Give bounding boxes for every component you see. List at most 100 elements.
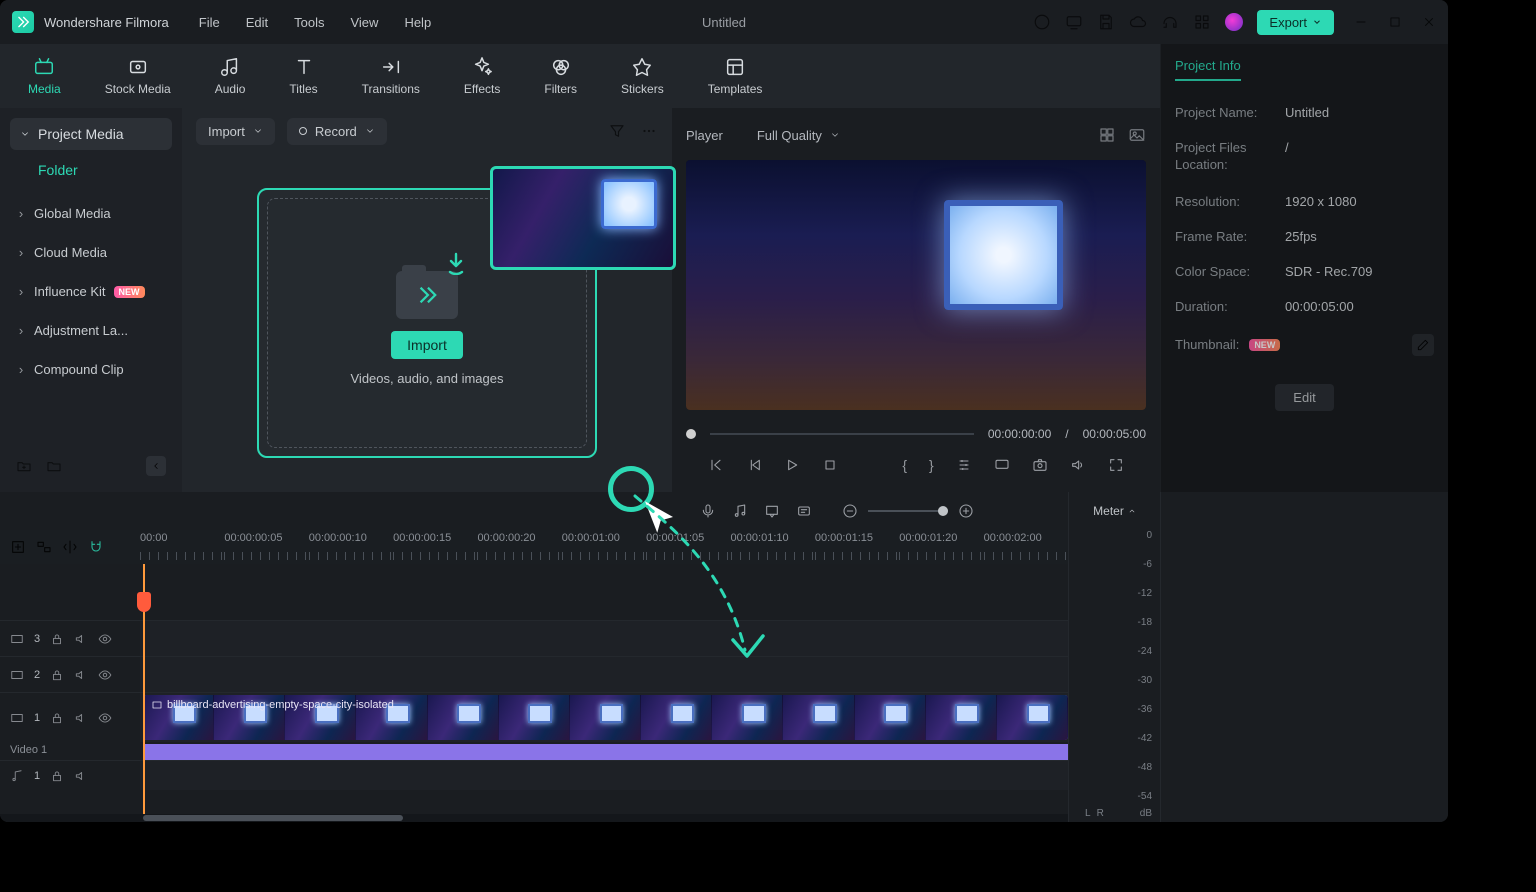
timeline-ruler[interactable]: 00:00 00:00:00:05 00:00:00:10 00:00:00:1… <box>140 530 1068 564</box>
folder-icon[interactable] <box>46 458 62 474</box>
lock-icon <box>50 632 64 646</box>
tab-stock-media[interactable]: Stock Media <box>83 56 193 96</box>
tab-templates[interactable]: Templates <box>686 56 785 96</box>
audio-meter: 0-6-12-18-24-30-36-42-48-54 LR dB <box>1069 530 1160 822</box>
new-badge: NEW <box>1249 339 1280 351</box>
quality-dropdown[interactable]: Full Quality <box>757 128 840 143</box>
display-icon[interactable] <box>994 457 1010 473</box>
mic-icon[interactable] <box>700 503 716 519</box>
menu-tools[interactable]: Tools <box>294 15 324 30</box>
collapse-sidebar-button[interactable] <box>146 456 166 476</box>
marker-icon[interactable] <box>764 503 780 519</box>
new-folder-icon[interactable] <box>16 458 32 474</box>
fullscreen-icon[interactable] <box>1108 457 1124 473</box>
record-dropdown[interactable]: Record <box>287 118 387 145</box>
step-back-icon[interactable] <box>746 457 762 473</box>
monitor-icon[interactable] <box>1065 13 1083 31</box>
project-media-header[interactable]: Project Media <box>10 118 172 150</box>
tab-effects[interactable]: Effects <box>442 56 522 96</box>
track-head-video-2[interactable]: 2 <box>0 657 140 692</box>
apps-icon[interactable] <box>1193 13 1211 31</box>
import-dropdown[interactable]: Import <box>196 118 275 145</box>
timeline-scrollbar[interactable] <box>0 814 1068 822</box>
info-row-files-location: Project Files Location:/ <box>1175 130 1434 184</box>
zoom-out-icon[interactable] <box>842 503 858 519</box>
zoom-in-icon[interactable] <box>958 503 974 519</box>
edit-thumbnail-icon[interactable] <box>1412 334 1434 356</box>
mark-in-icon[interactable]: { <box>902 457 907 473</box>
tab-stickers[interactable]: Stickers <box>599 56 686 96</box>
import-button[interactable]: Import <box>391 331 463 359</box>
preview-viewport[interactable] <box>686 160 1146 410</box>
project-info-tab[interactable]: Project Info <box>1175 58 1241 81</box>
scrub-bar[interactable]: 00:00:00:00 / 00:00:05:00 <box>686 420 1146 448</box>
project-title-center: Untitled <box>702 15 746 30</box>
tree-global-media[interactable]: ›Global Media <box>10 194 172 233</box>
timeline-clip-video-1[interactable]: billboard-advertising-empty-space-city-i… <box>143 695 1068 740</box>
image-icon[interactable] <box>1128 126 1146 144</box>
export-button[interactable]: Export <box>1257 10 1334 35</box>
clip-label: billboard-advertising-empty-space-city-i… <box>151 699 394 711</box>
zoom-slider[interactable] <box>868 510 948 512</box>
track-label-video-1: Video 1 <box>10 744 47 756</box>
prev-frame-icon[interactable] <box>708 457 724 473</box>
filter-icon[interactable] <box>608 122 626 140</box>
cloud-icon[interactable] <box>1129 13 1147 31</box>
track-head-video-3[interactable]: 3 <box>0 621 140 656</box>
save-icon[interactable] <box>1097 13 1115 31</box>
thumbnail-label: Thumbnail: <box>1175 337 1239 352</box>
track-head-video-1[interactable]: 1 Video 1 <box>0 693 140 742</box>
drag-thumbnail[interactable] <box>490 166 676 270</box>
meter-dropdown[interactable]: Meter <box>1069 492 1160 530</box>
folder-item[interactable]: Folder <box>10 150 172 194</box>
tab-audio[interactable]: Audio <box>193 56 268 96</box>
tab-media[interactable]: Media <box>18 56 83 96</box>
tree-compound-clip[interactable]: ›Compound Clip <box>10 350 172 389</box>
magnet-icon[interactable] <box>88 539 104 555</box>
player-tab-label: Player <box>686 128 723 143</box>
user-avatar[interactable] <box>1225 13 1243 31</box>
minimize-icon[interactable] <box>1354 15 1368 29</box>
close-icon[interactable] <box>1422 15 1436 29</box>
edit-button[interactable]: Edit <box>1275 384 1333 411</box>
snapshot-icon[interactable] <box>1032 457 1048 473</box>
info-row-project-name: Project Name:Untitled <box>1175 95 1434 130</box>
circle-icon[interactable] <box>1033 13 1051 31</box>
menu-view[interactable]: View <box>350 15 378 30</box>
menu-file[interactable]: File <box>199 15 220 30</box>
music-note-icon[interactable] <box>732 503 748 519</box>
add-track-icon[interactable] <box>10 539 26 555</box>
time-total: 00:00:05:00 <box>1083 427 1146 441</box>
track-head-audio-1[interactable]: 1 <box>0 761 140 790</box>
stop-icon[interactable] <box>822 457 838 473</box>
info-row-color-space: Color Space:SDR - Rec.709 <box>1175 254 1434 289</box>
tree-cloud-media[interactable]: ›Cloud Media <box>10 233 172 272</box>
play-icon[interactable] <box>784 457 800 473</box>
link-tracks-icon[interactable] <box>36 539 52 555</box>
maximize-icon[interactable] <box>1388 15 1402 29</box>
tab-filters[interactable]: Filters <box>522 56 599 96</box>
cursor-icon <box>638 496 680 538</box>
playhead[interactable] <box>143 564 145 814</box>
menu-edit[interactable]: Edit <box>246 15 268 30</box>
headphones-icon[interactable] <box>1161 13 1179 31</box>
app-logo-icon <box>12 11 34 33</box>
text-box-icon[interactable] <box>796 503 812 519</box>
info-row-resolution: Resolution:1920 x 1080 <box>1175 184 1434 219</box>
settings-icon[interactable] <box>956 457 972 473</box>
eye-icon <box>98 632 112 646</box>
menu-help[interactable]: Help <box>404 15 431 30</box>
tree-influence-kit[interactable]: ›Influence KitNEW <box>10 272 172 311</box>
layout-grid-icon[interactable] <box>1098 126 1116 144</box>
tab-titles[interactable]: Titles <box>267 56 339 96</box>
tree-adjustment-layer[interactable]: ›Adjustment La... <box>10 311 172 350</box>
info-row-duration: Duration:00:00:05:00 <box>1175 289 1434 324</box>
more-icon[interactable] <box>640 122 658 140</box>
split-icon[interactable] <box>62 539 78 555</box>
mark-out-icon[interactable]: } <box>929 457 934 473</box>
tab-transitions[interactable]: Transitions <box>340 56 442 96</box>
volume-icon[interactable] <box>1070 457 1086 473</box>
mute-icon <box>74 632 88 646</box>
new-badge: NEW <box>114 286 145 298</box>
time-current: 00:00:00:00 <box>988 427 1051 441</box>
